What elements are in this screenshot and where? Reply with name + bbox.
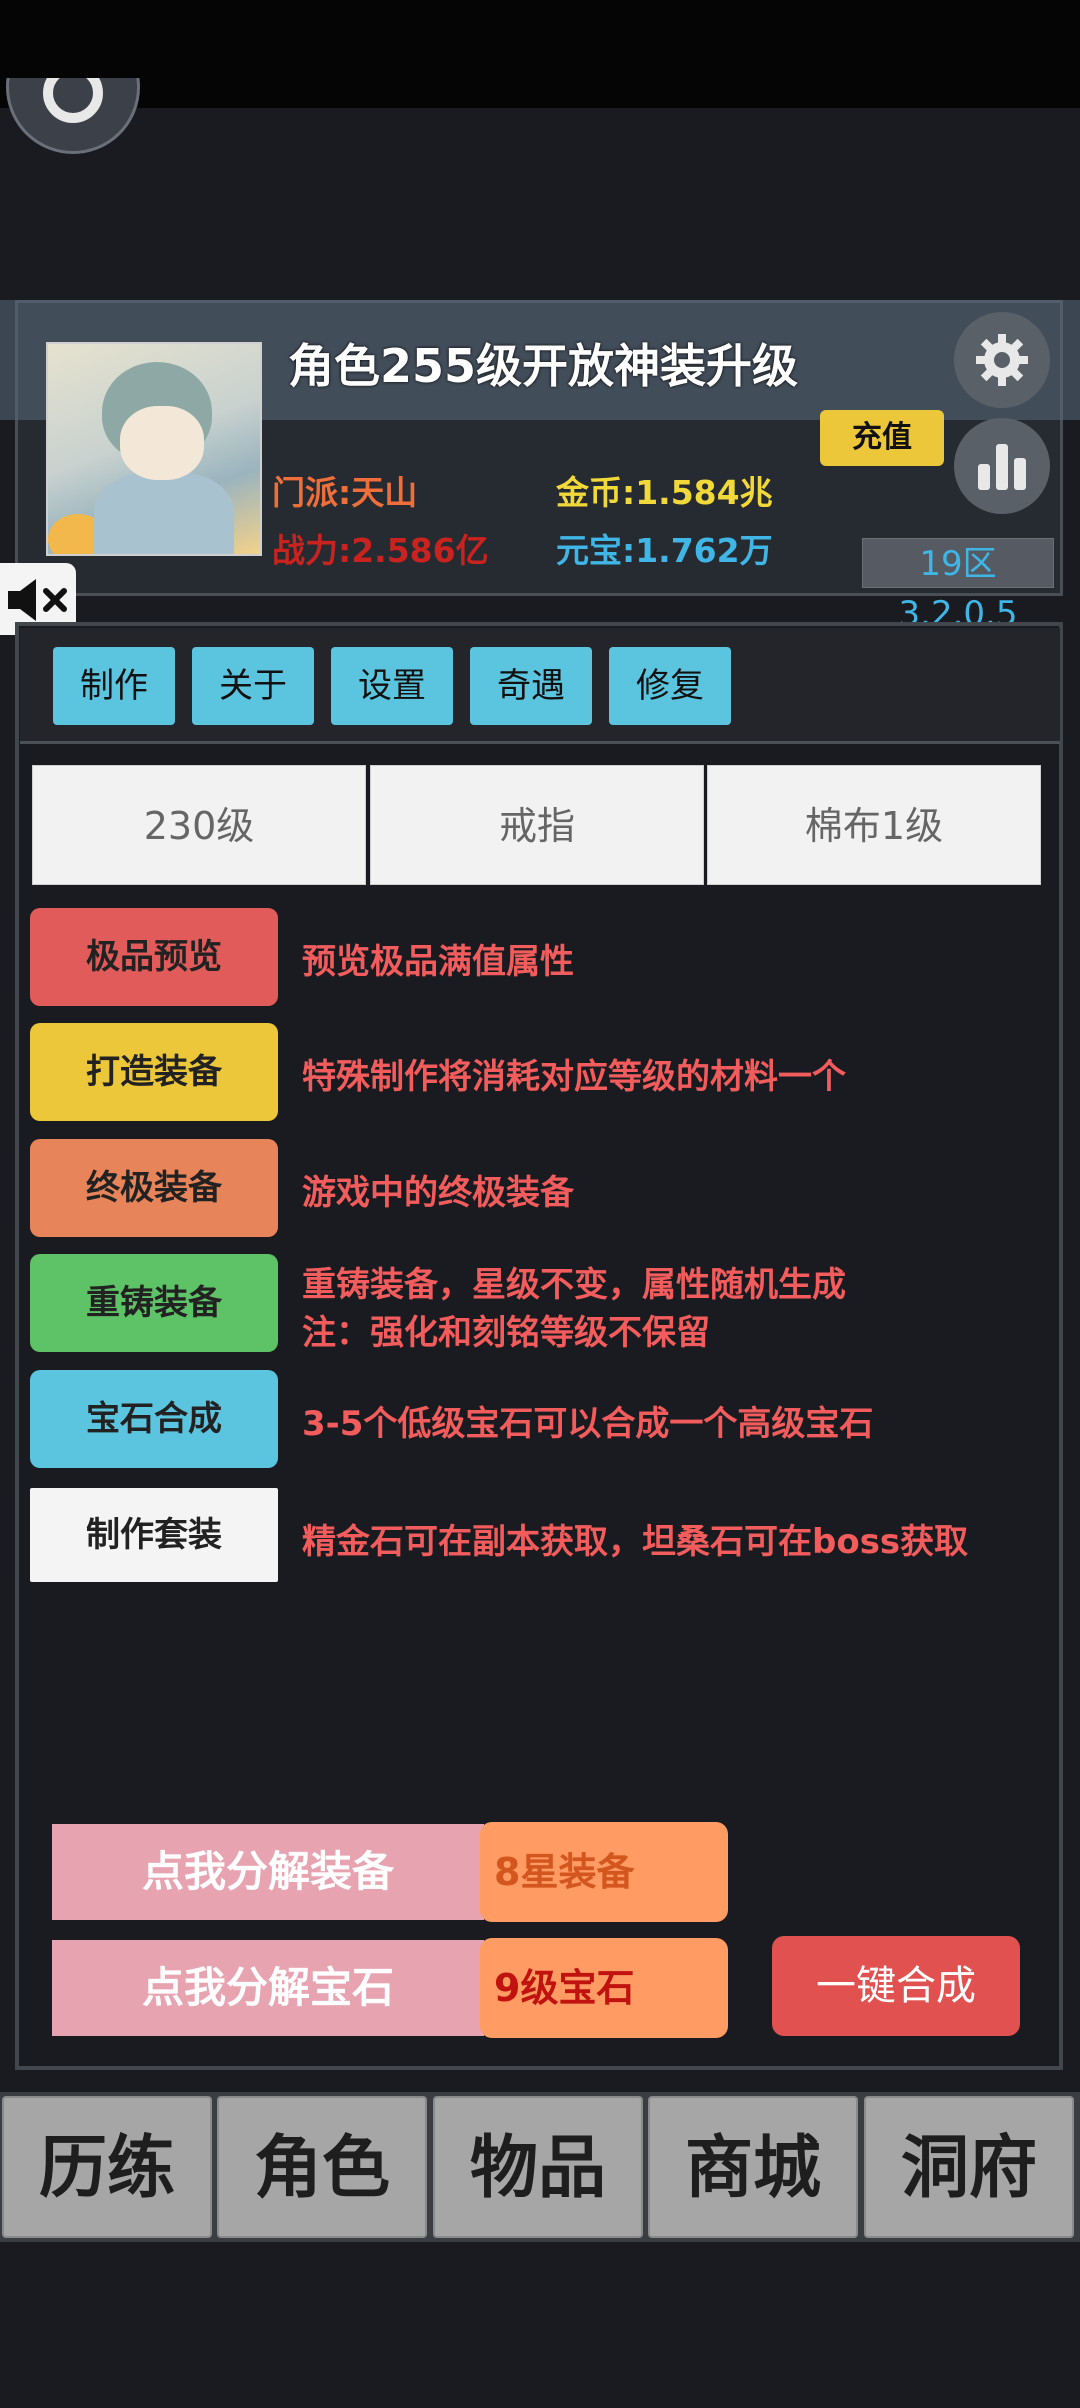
nav-items[interactable]: 物品 (433, 2096, 643, 2238)
preview-premium-desc: 预览极品满值属性 (302, 942, 574, 982)
gear-icon (976, 334, 1028, 386)
recast-equipment-button[interactable]: 重铸装备 (30, 1254, 278, 1352)
gold-label: 金币:1.584兆 (556, 473, 773, 512)
yuanbao-label: 元宝:1.762万 (556, 531, 773, 570)
craft-set-button[interactable]: 制作套装 (30, 1488, 278, 1582)
nav-cave[interactable]: 洞府 (864, 2096, 1074, 2238)
status-bar (0, 0, 1080, 108)
app-logo-icon[interactable] (6, 78, 140, 158)
decompose-equipment-select[interactable]: 8星装备 (480, 1822, 728, 1922)
forge-equipment-button[interactable]: 打造装备 (30, 1023, 278, 1121)
power-label: 战力:2.586亿 (272, 531, 489, 570)
material-selector[interactable]: 棉布1级 (707, 765, 1041, 885)
nav-character[interactable]: 角色 (217, 2096, 427, 2238)
forge-equipment-desc: 特殊制作将消耗对应等级的材料一个 (302, 1057, 846, 1097)
notice-text: 角色255级开放神装升级 (288, 339, 799, 393)
bar-chart-icon (978, 444, 1026, 490)
character-avatar[interactable] (46, 342, 262, 556)
gem-merge-desc: 3-5个低级宝石可以合成一个高级宝石 (302, 1404, 874, 1444)
level-selector[interactable]: 230级 (32, 765, 366, 885)
one-click-merge-button[interactable]: 一键合成 (772, 1936, 1020, 2036)
ranking-button[interactable] (954, 418, 1050, 514)
decompose-gem-button[interactable]: 点我分解宝石 (52, 1940, 484, 2036)
recast-equipment-note: 注：强化和刻铭等级不保留 (302, 1313, 710, 1353)
server-version: 19区3.2.0.5 (862, 538, 1054, 634)
decompose-equipment-button[interactable]: 点我分解装备 (52, 1824, 484, 1920)
nav-shop[interactable]: 商城 (648, 2096, 858, 2238)
slot-selector[interactable]: 戒指 (370, 765, 704, 885)
sect-label: 门派:天山 (272, 473, 418, 512)
tab-repair[interactable]: 修复 (609, 647, 731, 725)
recast-equipment-desc: 重铸装备，星级不变，属性随机生成 (302, 1265, 846, 1305)
nav-training[interactable]: 历练 (2, 2096, 212, 2238)
tab-about[interactable]: 关于 (192, 647, 314, 725)
speaker-muted-icon (8, 579, 67, 621)
tab-settings[interactable]: 设置 (331, 647, 453, 725)
ultimate-equipment-desc: 游戏中的终极装备 (302, 1173, 574, 1213)
preview-premium-button[interactable]: 极品预览 (30, 908, 278, 1006)
recharge-button[interactable]: 充值 (820, 410, 944, 466)
decompose-gem-select[interactable]: 9级宝石 (480, 1938, 728, 2038)
settings-button[interactable] (954, 312, 1050, 408)
gem-merge-button[interactable]: 宝石合成 (30, 1370, 278, 1468)
ultimate-equipment-button[interactable]: 终极装备 (30, 1139, 278, 1237)
tab-encounter[interactable]: 奇遇 (470, 647, 592, 725)
craft-set-desc: 精金石可在副本获取，坦桑石可在boss获取 (302, 1522, 969, 1562)
tab-craft[interactable]: 制作 (53, 647, 175, 725)
